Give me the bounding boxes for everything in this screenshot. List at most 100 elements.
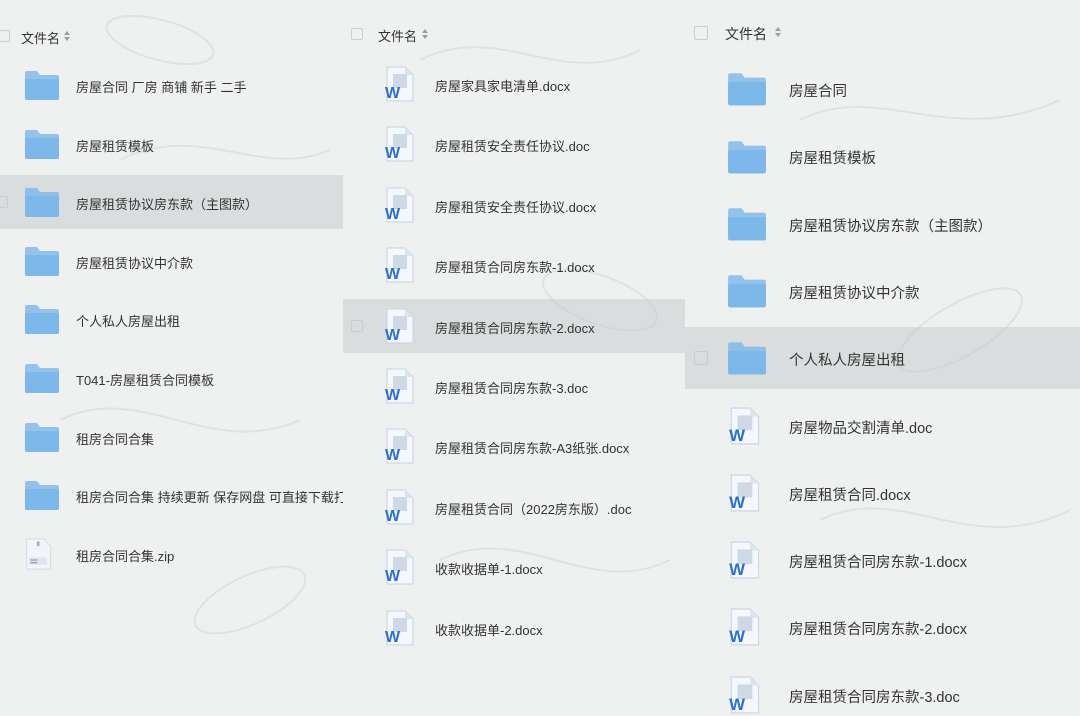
filename-column-label[interactable]: 文件名 [725, 24, 767, 44]
file-name[interactable]: 房屋租赁安全责任协议.docx [435, 197, 596, 216]
svg-text:W: W [729, 627, 745, 646]
file-row[interactable]: 房屋租赁模板 [0, 117, 343, 171]
filename-column-label[interactable]: 文件名 [21, 28, 60, 47]
sort-icon[interactable] [64, 31, 70, 41]
svg-text:W: W [729, 425, 745, 444]
file-row[interactable]: 租房合同合集 持续更新 保存网盘 可直接下载打印 [0, 468, 343, 522]
word-doc-icon: W [727, 407, 761, 450]
file-name[interactable]: 房屋租赁合同房东款-2.docx [789, 618, 967, 639]
word-doc-icon: W [383, 126, 415, 167]
svg-text:W: W [385, 327, 401, 344]
file-row[interactable]: 个人私人房屋出租 [685, 327, 1080, 390]
file-row[interactable]: W 房屋租赁合同房东款-1.docx [343, 238, 685, 292]
select-all-checkbox[interactable] [0, 30, 10, 42]
file-row[interactable]: W 房屋租赁合同房东款-1.docx [685, 529, 1080, 591]
file-row[interactable]: W 房屋租赁合同房东款-3.doc [685, 664, 1080, 716]
file-row[interactable]: W 房屋租赁合同房东款-2.docx [685, 596, 1080, 658]
file-row[interactable]: W 房屋租赁安全责任协议.doc [343, 117, 685, 171]
row-checkbox[interactable] [694, 351, 708, 366]
file-row[interactable]: W 收款收据单-1.docx [343, 540, 685, 594]
row-checkbox[interactable] [0, 196, 8, 209]
filename-column-label[interactable]: 文件名 [378, 26, 417, 45]
folder-icon [24, 421, 60, 458]
file-name[interactable]: 房屋物品交割清单.doc [789, 417, 932, 438]
file-name[interactable]: 房屋租赁协议中介款 [76, 253, 193, 272]
file-name[interactable]: 个人私人房屋出租 [76, 311, 180, 330]
file-row[interactable]: W 收款收据单-2.docx [343, 601, 685, 655]
file-row[interactable]: 房屋租赁协议房东款（主图款） [685, 193, 1080, 255]
word-doc-icon: W [727, 474, 761, 517]
file-row[interactable]: 租房合同合集.zip [0, 527, 343, 581]
file-name[interactable]: 租房合同合集 持续更新 保存网盘 可直接下载打印 [76, 487, 343, 506]
zip-file-icon [24, 538, 52, 575]
word-doc-icon: W [727, 676, 761, 716]
folder-icon [24, 69, 60, 106]
file-name[interactable]: 收款收据单-1.docx [435, 559, 543, 578]
file-name[interactable]: 房屋租赁合同房东款-3.doc [789, 686, 960, 707]
word-doc-icon: W [727, 608, 761, 651]
file-name[interactable]: 房屋租赁合同房东款-A3纸张.docx [435, 438, 629, 457]
folder-icon [727, 273, 767, 314]
file-row[interactable]: 租房合同合集 [0, 410, 343, 464]
file-row[interactable]: 房屋租赁模板 [685, 125, 1080, 187]
svg-text:W: W [385, 629, 401, 646]
file-list-panel-2: 文件名 W 房屋家具家电清单.docx W 房屋租赁安全责任协议.doc W 房屋租赁安全… [343, 0, 685, 716]
file-name[interactable]: 房屋租赁合同房东款-1.docx [789, 551, 967, 572]
file-name[interactable]: 房屋合同 厂房 商铺 新手 二手 [76, 77, 246, 96]
row-checkbox[interactable] [351, 319, 363, 332]
svg-text:W: W [729, 560, 745, 579]
file-name[interactable]: 房屋租赁合同房东款-2.docx [435, 318, 595, 337]
folder-icon [24, 128, 60, 165]
folder-icon [727, 139, 767, 180]
file-row[interactable]: 房屋租赁协议中介款 [685, 260, 1080, 322]
svg-text:W: W [385, 447, 401, 464]
file-name[interactable]: 房屋租赁模板 [789, 147, 876, 168]
file-row[interactable]: 房屋合同 [685, 58, 1080, 120]
file-row[interactable]: W 房屋租赁合同房东款-A3纸张.docx [343, 419, 685, 473]
file-row[interactable]: 个人私人房屋出租 [0, 292, 343, 346]
file-name[interactable]: 房屋租赁协议房东款（主图款） [76, 194, 258, 213]
word-doc-icon: W [383, 187, 415, 228]
file-name[interactable]: 房屋租赁合同.docx [789, 484, 911, 505]
file-row[interactable]: W 房屋物品交割清单.doc [685, 395, 1080, 457]
file-row[interactable]: W 房屋租赁合同（2022房东版）.doc [343, 480, 685, 534]
file-name[interactable]: 房屋租赁合同（2022房东版）.doc [435, 499, 632, 518]
sort-icon[interactable] [422, 29, 428, 39]
file-name[interactable]: 房屋家具家电清单.docx [435, 76, 570, 95]
folder-icon [24, 362, 60, 399]
file-name[interactable]: 租房合同合集 [76, 429, 154, 448]
word-doc-icon: W [727, 541, 761, 584]
folder-icon [727, 71, 767, 112]
svg-text:W: W [385, 568, 401, 585]
folder-icon [727, 340, 767, 381]
file-row[interactable]: W 房屋租赁合同房东款-2.docx [343, 298, 685, 353]
file-name[interactable]: 房屋租赁协议房东款（主图款） [789, 215, 992, 236]
word-doc-icon: W [383, 489, 415, 530]
file-name[interactable]: 房屋租赁合同房东款-1.docx [435, 257, 595, 276]
file-row[interactable]: W 房屋租赁安全责任协议.docx [343, 178, 685, 232]
file-name[interactable]: 房屋租赁合同房东款-3.doc [435, 378, 588, 397]
svg-text:W: W [385, 508, 401, 525]
word-doc-icon: W [383, 368, 415, 409]
file-name[interactable]: 房屋租赁安全责任协议.doc [435, 136, 590, 155]
file-name[interactable]: 个人私人房屋出租 [789, 349, 905, 370]
file-name[interactable]: 房屋租赁模板 [76, 136, 154, 155]
sort-icon[interactable] [775, 27, 781, 37]
svg-text:W: W [385, 145, 401, 162]
file-row[interactable]: 房屋合同 厂房 商铺 新手 二手 [0, 58, 343, 112]
file-row[interactable]: W 房屋租赁合同房东款-3.doc [343, 359, 685, 413]
file-name[interactable]: 租房合同合集.zip [76, 546, 174, 565]
svg-text:W: W [385, 206, 401, 223]
file-row[interactable]: T041-房屋租赁合同模板 [0, 351, 343, 405]
file-name[interactable]: T041-房屋租赁合同模板 [76, 370, 214, 389]
file-name[interactable]: 房屋合同 [789, 80, 847, 101]
select-all-checkbox[interactable] [351, 28, 363, 40]
file-row[interactable]: W 房屋家具家电清单.docx [343, 57, 685, 111]
select-all-checkbox[interactable] [694, 26, 708, 40]
file-name[interactable]: 房屋租赁协议中介款 [789, 282, 920, 303]
file-name[interactable]: 收款收据单-2.docx [435, 620, 543, 639]
file-row[interactable]: W 房屋租赁合同.docx [685, 462, 1080, 524]
file-row[interactable]: 房屋租赁协议房东款（主图款） [0, 175, 343, 230]
word-doc-icon: W [383, 66, 415, 107]
file-row[interactable]: 房屋租赁协议中介款 [0, 234, 343, 288]
